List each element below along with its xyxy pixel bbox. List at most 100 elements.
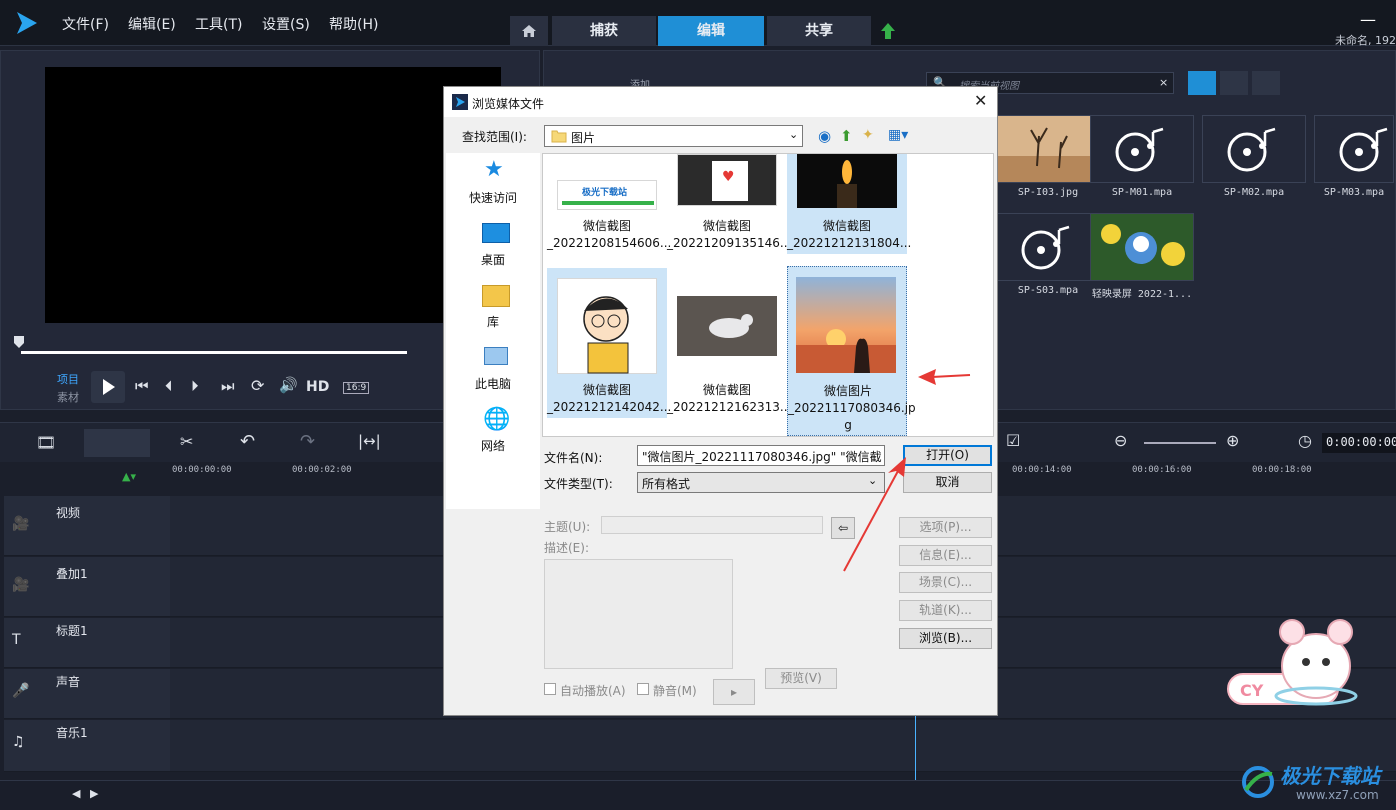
file-name: _20221208154606... bbox=[547, 236, 672, 250]
file-item[interactable]: 微信截图 _20221212162313... bbox=[667, 268, 791, 418]
mode-clip[interactable]: 素材 bbox=[57, 389, 79, 405]
file-item[interactable]: ♥ 微信截图 _20221209135146... bbox=[667, 154, 791, 254]
subject-apply-button[interactable]: ⇦ bbox=[831, 517, 855, 539]
file-item-focused[interactable]: 微信图片 _20221117080346.jp g bbox=[787, 266, 916, 436]
timeline-view-button[interactable] bbox=[84, 429, 150, 457]
place-label: 桌面 bbox=[480, 253, 505, 267]
place-desktop[interactable]: 桌面 bbox=[446, 221, 540, 271]
file-item[interactable]: 极光下载站 微信截图 _20221208154606... bbox=[547, 154, 672, 254]
mute-checkbox[interactable] bbox=[637, 683, 649, 695]
desktop-icon bbox=[482, 223, 510, 243]
menu-help[interactable]: 帮助(H) bbox=[329, 14, 378, 34]
file-list[interactable]: 极光下载站 微信截图 _20221208154606... ♥ 微信截图 _20… bbox=[542, 153, 994, 437]
file-item-selected[interactable]: 微信截图 _20221212131804... bbox=[787, 154, 912, 254]
track-manager-icon[interactable]: ▲▾ bbox=[122, 470, 136, 483]
scene-button[interactable]: 场景(C)... bbox=[899, 572, 992, 593]
storyboard-view-icon[interactable]: 🎞 bbox=[36, 433, 56, 452]
close-icon[interactable]: ✕ bbox=[974, 91, 987, 110]
play-button[interactable] bbox=[91, 371, 125, 403]
star-icon: ★ bbox=[484, 157, 504, 182]
cancel-button[interactable]: 取消 bbox=[903, 472, 992, 493]
go-end-icon[interactable]: ⏭ bbox=[221, 377, 235, 395]
preview-button[interactable]: 预览(V) bbox=[765, 668, 837, 689]
thumb-sp-i03[interactable] bbox=[996, 115, 1100, 183]
dialog-titlebar: 浏览媒体文件 ✕ bbox=[444, 87, 997, 117]
clear-search-icon[interactable]: × bbox=[1159, 76, 1168, 89]
thumb-sp-m03[interactable] bbox=[1314, 115, 1394, 183]
volume-icon[interactable]: 🔊 bbox=[279, 376, 298, 394]
filetype-value: 所有格式 bbox=[642, 477, 691, 491]
subject-input[interactable] bbox=[601, 516, 823, 534]
thumb-screen-recording[interactable] bbox=[1090, 213, 1194, 281]
options-button[interactable]: 选项(P)... bbox=[899, 517, 992, 538]
view-list-button[interactable] bbox=[1220, 71, 1248, 95]
file-name: 微信截图 bbox=[582, 383, 631, 397]
music-note-icon: ♫ bbox=[12, 734, 25, 750]
view-menu-icon[interactable]: ▦▾ bbox=[888, 127, 908, 143]
window-title: 未命名, 192 bbox=[1335, 34, 1396, 47]
playhead[interactable] bbox=[915, 710, 916, 780]
app-logo-icon bbox=[17, 12, 37, 34]
zoom-out-icon[interactable]: ⊖ bbox=[1114, 431, 1127, 450]
upload-icon[interactable] bbox=[880, 22, 896, 40]
redo-icon[interactable]: ↷ bbox=[300, 431, 315, 452]
menu-tools[interactable]: 工具(T) bbox=[195, 14, 242, 34]
autoplay-checkbox[interactable] bbox=[544, 683, 556, 695]
scrub-bar[interactable] bbox=[21, 351, 407, 354]
file-item-selected[interactable]: 微信截图 _20221212142042... bbox=[547, 268, 671, 418]
lookin-select[interactable]: 图片 ⌄ bbox=[544, 125, 803, 147]
thumb-sp-s03[interactable] bbox=[996, 213, 1100, 281]
tab-edit[interactable]: 编辑 bbox=[658, 16, 764, 46]
repeat-icon[interactable]: ⟳ bbox=[251, 376, 264, 395]
track-lane-music[interactable] bbox=[170, 720, 1396, 772]
description-textarea[interactable] bbox=[544, 559, 733, 669]
site-watermark: 极光下载站 www.xz7.com bbox=[1240, 758, 1390, 806]
place-this-pc[interactable]: 此电脑 bbox=[446, 345, 540, 395]
place-label: 库 bbox=[486, 315, 499, 329]
zoom-in-icon[interactable]: ⊕ bbox=[1226, 431, 1239, 450]
play-preview-button[interactable]: ▸ bbox=[713, 679, 755, 705]
file-name: _20221212131804... bbox=[787, 236, 912, 250]
trim-marker-icon[interactable] bbox=[13, 335, 25, 349]
hd-toggle[interactable]: HD bbox=[306, 379, 329, 395]
back-icon[interactable]: ◉ bbox=[818, 127, 831, 145]
open-button[interactable]: 打开(O) bbox=[903, 445, 992, 466]
track-button[interactable]: 轨道(K)... bbox=[899, 600, 992, 621]
info-button[interactable]: 信息(E)... bbox=[899, 545, 992, 566]
file-name: 微信截图 bbox=[582, 219, 631, 233]
file-name: 微信截图 bbox=[822, 219, 871, 233]
aspect-ratio-button[interactable]: 16:9 bbox=[343, 382, 370, 394]
menu-settings[interactable]: 设置(S) bbox=[262, 14, 310, 34]
view-thumbnail-button[interactable] bbox=[1188, 71, 1216, 95]
undo-icon[interactable]: ↶ bbox=[240, 431, 255, 452]
minimize-icon[interactable]: — bbox=[1360, 10, 1376, 29]
up-folder-icon[interactable]: ⬆ bbox=[840, 127, 853, 145]
place-quick-access[interactable]: ★ 快速访问 bbox=[446, 157, 540, 209]
mark-icon[interactable]: ☑ bbox=[1006, 431, 1020, 450]
app-logo-icon bbox=[452, 94, 468, 110]
prev-frame-icon[interactable]: ⏴ bbox=[165, 377, 173, 395]
next-frame-icon[interactable]: ⏵ bbox=[191, 377, 199, 395]
place-library[interactable]: 库 bbox=[446, 283, 540, 333]
view-grid-button[interactable] bbox=[1252, 71, 1280, 95]
scroll-left-icon[interactable]: ◀ bbox=[72, 787, 80, 800]
mode-project[interactable]: 项目 bbox=[57, 371, 79, 387]
microphone-icon: 🎤 bbox=[12, 683, 30, 699]
tab-capture[interactable]: 捕获 bbox=[552, 16, 656, 46]
go-start-icon[interactable]: ⏮ bbox=[135, 377, 149, 395]
computer-icon bbox=[484, 347, 508, 365]
thumb-sp-m01[interactable] bbox=[1090, 115, 1194, 183]
menu-edit[interactable]: 编辑(E) bbox=[128, 14, 176, 34]
place-network[interactable]: 🌐 网络 bbox=[446, 407, 540, 457]
home-tab[interactable] bbox=[510, 16, 548, 46]
scroll-right-icon[interactable]: ▶ bbox=[90, 787, 98, 800]
zoom-slider[interactable] bbox=[1144, 442, 1216, 444]
thumb-sp-m02[interactable] bbox=[1202, 115, 1306, 183]
new-folder-icon[interactable]: ✦ bbox=[862, 127, 874, 143]
timecode-display[interactable]: 0:00:00:00 bbox=[1322, 433, 1396, 453]
tools-icon[interactable]: ✂ bbox=[180, 432, 193, 451]
fit-project-icon[interactable]: |↔| bbox=[358, 432, 381, 450]
tab-share[interactable]: 共享 bbox=[767, 16, 871, 46]
menu-file[interactable]: 文件(F) bbox=[62, 14, 109, 34]
browse-button[interactable]: 浏览(B)... bbox=[899, 628, 992, 649]
